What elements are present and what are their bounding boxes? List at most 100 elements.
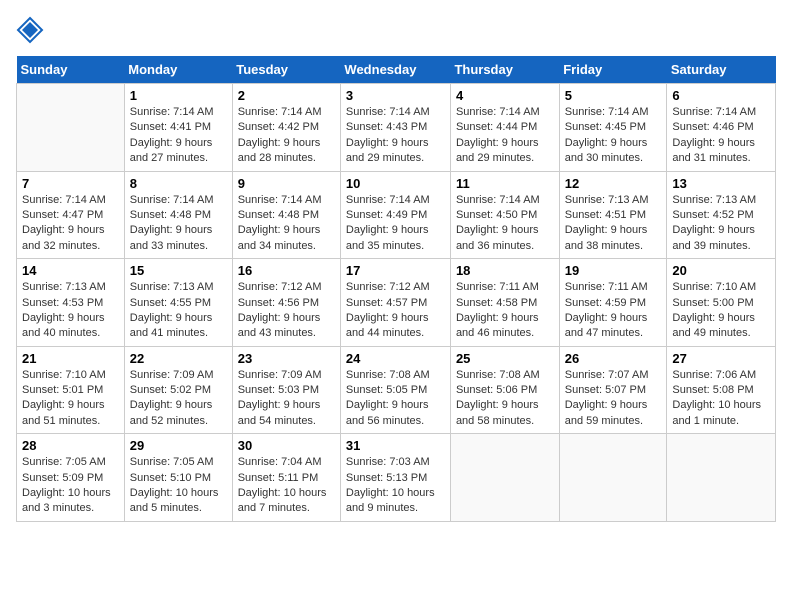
cell-info: Sunrise: 7:14 AM Sunset: 4:48 PM Dayligh… [130,193,227,255]
calendar-cell: 11 Sunrise: 7:14 AM Sunset: 4:50 PM Dayli… [450,171,559,259]
day-number: 10 [346,176,445,191]
calendar-cell: 14Sunrise: 7:13 AM Sunset: 4:53 PM Dayli… [17,259,125,347]
day-number: 28 [22,438,119,453]
day-number: 7 [22,176,119,191]
page-header [16,16,776,44]
calendar-cell: 12 Sunrise: 7:13 AM Sunset: 4:51 PM Dayli… [559,171,667,259]
calendar-cell: 6 Sunrise: 7:14 AM Sunset: 4:46 PM Daylig… [667,84,776,172]
calendar-cell: 18Sunrise: 7:11 AM Sunset: 4:58 PM Dayli… [450,259,559,347]
calendar-cell: 26Sunrise: 7:07 AM Sunset: 5:07 PM Dayli… [559,346,667,434]
cell-info: Sunrise: 7:14 AM Sunset: 4:46 PM Dayligh… [672,105,770,167]
cell-info: Sunrise: 7:11 AM Sunset: 4:58 PM Dayligh… [456,280,554,342]
calendar-cell: 23 Sunrise: 7:09 AM Sunset: 5:03 PM Dayli… [232,346,340,434]
cell-info: Sunrise: 7:14 AM Sunset: 4:48 PM Dayligh… [238,193,335,255]
logo [16,16,46,44]
calendar-cell: 10Sunrise: 7:14 AM Sunset: 4:49 PM Dayli… [340,171,450,259]
cell-info: Sunrise: 7:14 AM Sunset: 4:47 PM Dayligh… [22,193,119,255]
cell-info: Sunrise: 7:05 AM Sunset: 5:09 PM Dayligh… [22,455,119,517]
cell-info: Sunrise: 7:13 AM Sunset: 4:52 PM Dayligh… [672,193,770,255]
week-row-4: 21 Sunrise: 7:10 AM Sunset: 5:01 PM Dayli… [17,346,776,434]
week-row-5: 28 Sunrise: 7:05 AM Sunset: 5:09 PM Dayli… [17,434,776,522]
day-number: 2 [238,88,335,103]
cell-info: Sunrise: 7:11 AM Sunset: 4:59 PM Dayligh… [565,280,662,342]
calendar-cell: 16Sunrise: 7:12 AM Sunset: 4:56 PM Dayli… [232,259,340,347]
cell-info: Sunrise: 7:08 AM Sunset: 5:06 PM Dayligh… [456,368,554,430]
cell-info: Sunrise: 7:14 AM Sunset: 4:44 PM Dayligh… [456,105,554,167]
calendar-table: SundayMondayTuesdayWednesdayThursdayFrid… [16,56,776,522]
calendar-cell: 22Sunrise: 7:09 AM Sunset: 5:02 PM Dayli… [124,346,232,434]
cell-info: Sunrise: 7:14 AM Sunset: 4:50 PM Dayligh… [456,193,554,255]
col-header-thursday: Thursday [450,56,559,84]
cell-info: Sunrise: 7:06 AM Sunset: 5:08 PM Dayligh… [672,368,770,430]
day-number: 9 [238,176,335,191]
cell-info: Sunrise: 7:14 AM Sunset: 4:42 PM Dayligh… [238,105,335,167]
day-number: 24 [346,351,445,366]
day-number: 15 [130,263,227,278]
week-row-3: 14Sunrise: 7:13 AM Sunset: 4:53 PM Dayli… [17,259,776,347]
col-header-friday: Friday [559,56,667,84]
calendar-cell: 30Sunrise: 7:04 AM Sunset: 5:11 PM Dayli… [232,434,340,522]
col-header-sunday: Sunday [17,56,125,84]
calendar-cell: 5 Sunrise: 7:14 AM Sunset: 4:45 PM Daylig… [559,84,667,172]
day-number: 17 [346,263,445,278]
calendar-cell [559,434,667,522]
day-number: 11 [456,176,554,191]
day-number: 3 [346,88,445,103]
week-row-2: 7 Sunrise: 7:14 AM Sunset: 4:47 PM Daylig… [17,171,776,259]
day-number: 20 [672,263,770,278]
day-number: 14 [22,263,119,278]
calendar-cell [450,434,559,522]
col-header-wednesday: Wednesday [340,56,450,84]
day-number: 19 [565,263,662,278]
day-number: 21 [22,351,119,366]
calendar-cell: 25 Sunrise: 7:08 AM Sunset: 5:06 PM Dayli… [450,346,559,434]
day-number: 29 [130,438,227,453]
calendar-cell: 28 Sunrise: 7:05 AM Sunset: 5:09 PM Dayli… [17,434,125,522]
day-number: 13 [672,176,770,191]
day-number: 8 [130,176,227,191]
calendar-cell: 13 Sunrise: 7:13 AM Sunset: 4:52 PM Dayli… [667,171,776,259]
calendar-cell: 8 Sunrise: 7:14 AM Sunset: 4:48 PM Daylig… [124,171,232,259]
col-header-saturday: Saturday [667,56,776,84]
day-number: 30 [238,438,335,453]
cell-info: Sunrise: 7:13 AM Sunset: 4:51 PM Dayligh… [565,193,662,255]
cell-info: Sunrise: 7:10 AM Sunset: 5:00 PM Dayligh… [672,280,770,342]
day-number: 12 [565,176,662,191]
day-number: 31 [346,438,445,453]
cell-info: Sunrise: 7:12 AM Sunset: 4:57 PM Dayligh… [346,280,445,342]
day-number: 25 [456,351,554,366]
calendar-cell: 21 Sunrise: 7:10 AM Sunset: 5:01 PM Dayli… [17,346,125,434]
cell-info: Sunrise: 7:10 AM Sunset: 5:01 PM Dayligh… [22,368,119,430]
cell-info: Sunrise: 7:09 AM Sunset: 5:02 PM Dayligh… [130,368,227,430]
calendar-cell: 31 Sunrise: 7:03 AM Sunset: 5:13 PM Dayli… [340,434,450,522]
cell-info: Sunrise: 7:14 AM Sunset: 4:45 PM Dayligh… [565,105,662,167]
day-number: 6 [672,88,770,103]
cell-info: Sunrise: 7:09 AM Sunset: 5:03 PM Dayligh… [238,368,335,430]
day-number: 4 [456,88,554,103]
calendar-cell: 4 Sunrise: 7:14 AM Sunset: 4:44 PM Daylig… [450,84,559,172]
calendar-cell: 7 Sunrise: 7:14 AM Sunset: 4:47 PM Daylig… [17,171,125,259]
cell-info: Sunrise: 7:14 AM Sunset: 4:43 PM Dayligh… [346,105,445,167]
calendar-cell: 19 Sunrise: 7:11 AM Sunset: 4:59 PM Dayli… [559,259,667,347]
day-number: 16 [238,263,335,278]
cell-info: Sunrise: 7:07 AM Sunset: 5:07 PM Dayligh… [565,368,662,430]
calendar-cell: 24Sunrise: 7:08 AM Sunset: 5:05 PM Dayli… [340,346,450,434]
calendar-cell: 27Sunrise: 7:06 AM Sunset: 5:08 PM Dayli… [667,346,776,434]
cell-info: Sunrise: 7:13 AM Sunset: 4:55 PM Dayligh… [130,280,227,342]
logo-icon [16,16,44,44]
calendar-cell [17,84,125,172]
col-header-tuesday: Tuesday [232,56,340,84]
calendar-cell: 9 Sunrise: 7:14 AM Sunset: 4:48 PM Daylig… [232,171,340,259]
calendar-header-row: SundayMondayTuesdayWednesdayThursdayFrid… [17,56,776,84]
cell-info: Sunrise: 7:03 AM Sunset: 5:13 PM Dayligh… [346,455,445,517]
calendar-cell [667,434,776,522]
day-number: 5 [565,88,662,103]
day-number: 23 [238,351,335,366]
calendar-cell: 20 Sunrise: 7:10 AM Sunset: 5:00 PM Dayli… [667,259,776,347]
calendar-cell: 15 Sunrise: 7:13 AM Sunset: 4:55 PM Dayli… [124,259,232,347]
cell-info: Sunrise: 7:14 AM Sunset: 4:41 PM Dayligh… [130,105,227,167]
calendar-cell: 1Sunrise: 7:14 AM Sunset: 4:41 PM Daylig… [124,84,232,172]
calendar-cell: 17 Sunrise: 7:12 AM Sunset: 4:57 PM Dayli… [340,259,450,347]
calendar-cell: 3 Sunrise: 7:14 AM Sunset: 4:43 PM Daylig… [340,84,450,172]
calendar-cell: 29Sunrise: 7:05 AM Sunset: 5:10 PM Dayli… [124,434,232,522]
